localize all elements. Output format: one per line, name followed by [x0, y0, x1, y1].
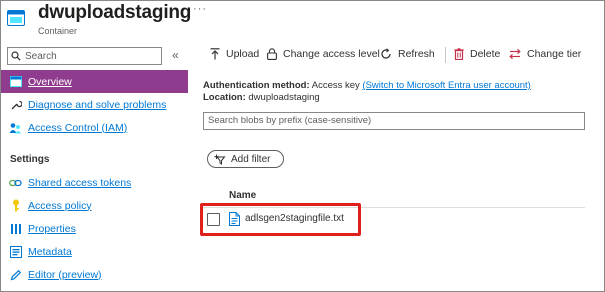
- change-tier-button[interactable]: Change tier: [509, 48, 581, 60]
- location-line: Location: dwuploadstaging: [203, 92, 320, 103]
- sidebar-item-label: Access policy: [28, 199, 92, 212]
- row-checkbox[interactable]: [207, 213, 220, 226]
- sidebar-item-label: Overview: [28, 75, 72, 88]
- pencil-icon: [9, 268, 22, 281]
- add-filter-button[interactable]: Add filter: [207, 150, 284, 168]
- switch-auth-link[interactable]: (Switch to Microsoft Entra user account): [362, 80, 530, 91]
- page-title: dwuploadstaging: [38, 2, 192, 23]
- blob-name-link[interactable]: adlsgen2stagingfile.txt: [245, 213, 344, 224]
- properties-icon: [9, 222, 22, 235]
- sidebar-item-label: Shared access tokens: [28, 176, 132, 189]
- swap-arrows-icon: [509, 48, 521, 60]
- collapse-sidebar-button[interactable]: «: [172, 48, 179, 62]
- upload-label: Upload: [226, 48, 260, 60]
- refresh-button[interactable]: Refresh: [380, 48, 435, 60]
- file-icon: [229, 212, 240, 226]
- sidebar-item-label: Properties: [28, 222, 76, 235]
- search-icon: [11, 51, 21, 61]
- container-icon: [7, 10, 25, 26]
- more-options-button[interactable]: ···: [193, 3, 207, 15]
- settings-heading: Settings: [10, 154, 50, 165]
- metadata-icon: [9, 245, 22, 258]
- sidebar-item-metadata[interactable]: Metadata: [1, 240, 188, 263]
- lock-icon: [267, 48, 277, 60]
- search-blobs-input[interactable]: Search blobs by prefix (case-sensitive): [203, 112, 585, 130]
- key-icon: [9, 199, 22, 212]
- column-header-name[interactable]: Name: [229, 190, 256, 201]
- sidebar-item-shared-access-tokens[interactable]: Shared access tokens: [1, 171, 188, 194]
- sidebar-item-editor[interactable]: Editor (preview): [1, 263, 188, 286]
- people-icon: [9, 121, 22, 134]
- upload-button[interactable]: Upload: [210, 48, 259, 60]
- location-label: Location:: [203, 92, 246, 103]
- change-access-level-button[interactable]: Change access level: [267, 48, 380, 60]
- location-value: dwuploadstaging: [248, 92, 320, 103]
- auth-method-line: Authentication method: Access key (Switc…: [203, 80, 531, 91]
- refresh-label: Refresh: [398, 48, 435, 60]
- auth-method-label: Authentication method:: [203, 80, 310, 91]
- sidebar-item-access-control[interactable]: Access Control (IAM): [1, 116, 188, 139]
- link-icon: [9, 176, 22, 189]
- change-tier-label: Change tier: [527, 48, 582, 60]
- sidebar-item-diagnose[interactable]: Diagnose and solve problems: [1, 93, 188, 116]
- upload-icon: [210, 48, 220, 60]
- sidebar-item-label: Metadata: [28, 245, 72, 258]
- add-filter-icon: [214, 154, 226, 165]
- delete-label: Delete: [470, 48, 501, 60]
- overview-icon: [9, 75, 22, 88]
- sidebar-item-overview[interactable]: Overview: [1, 70, 188, 93]
- toolbar-divider: [445, 47, 446, 63]
- auth-method-value: Access key: [311, 80, 360, 91]
- sidebar-item-label: Diagnose and solve problems: [28, 98, 167, 111]
- add-filter-label: Add filter: [231, 153, 271, 165]
- sidebar-item-properties[interactable]: Properties: [1, 217, 188, 240]
- change-access-level-label: Change access level: [283, 48, 380, 60]
- sidebar-search-input[interactable]: Search: [7, 47, 162, 65]
- sidebar-item-access-policy[interactable]: Access policy: [1, 194, 188, 217]
- refresh-icon: [380, 48, 392, 60]
- sidebar-item-label: Access Control (IAM): [28, 121, 128, 134]
- wrench-icon: [9, 98, 22, 111]
- sidebar-item-label: Editor (preview): [28, 268, 102, 281]
- search-placeholder: Search: [25, 50, 57, 62]
- trash-icon: [454, 48, 464, 60]
- page-subtitle: Container: [38, 26, 78, 36]
- delete-button[interactable]: Delete: [454, 48, 500, 60]
